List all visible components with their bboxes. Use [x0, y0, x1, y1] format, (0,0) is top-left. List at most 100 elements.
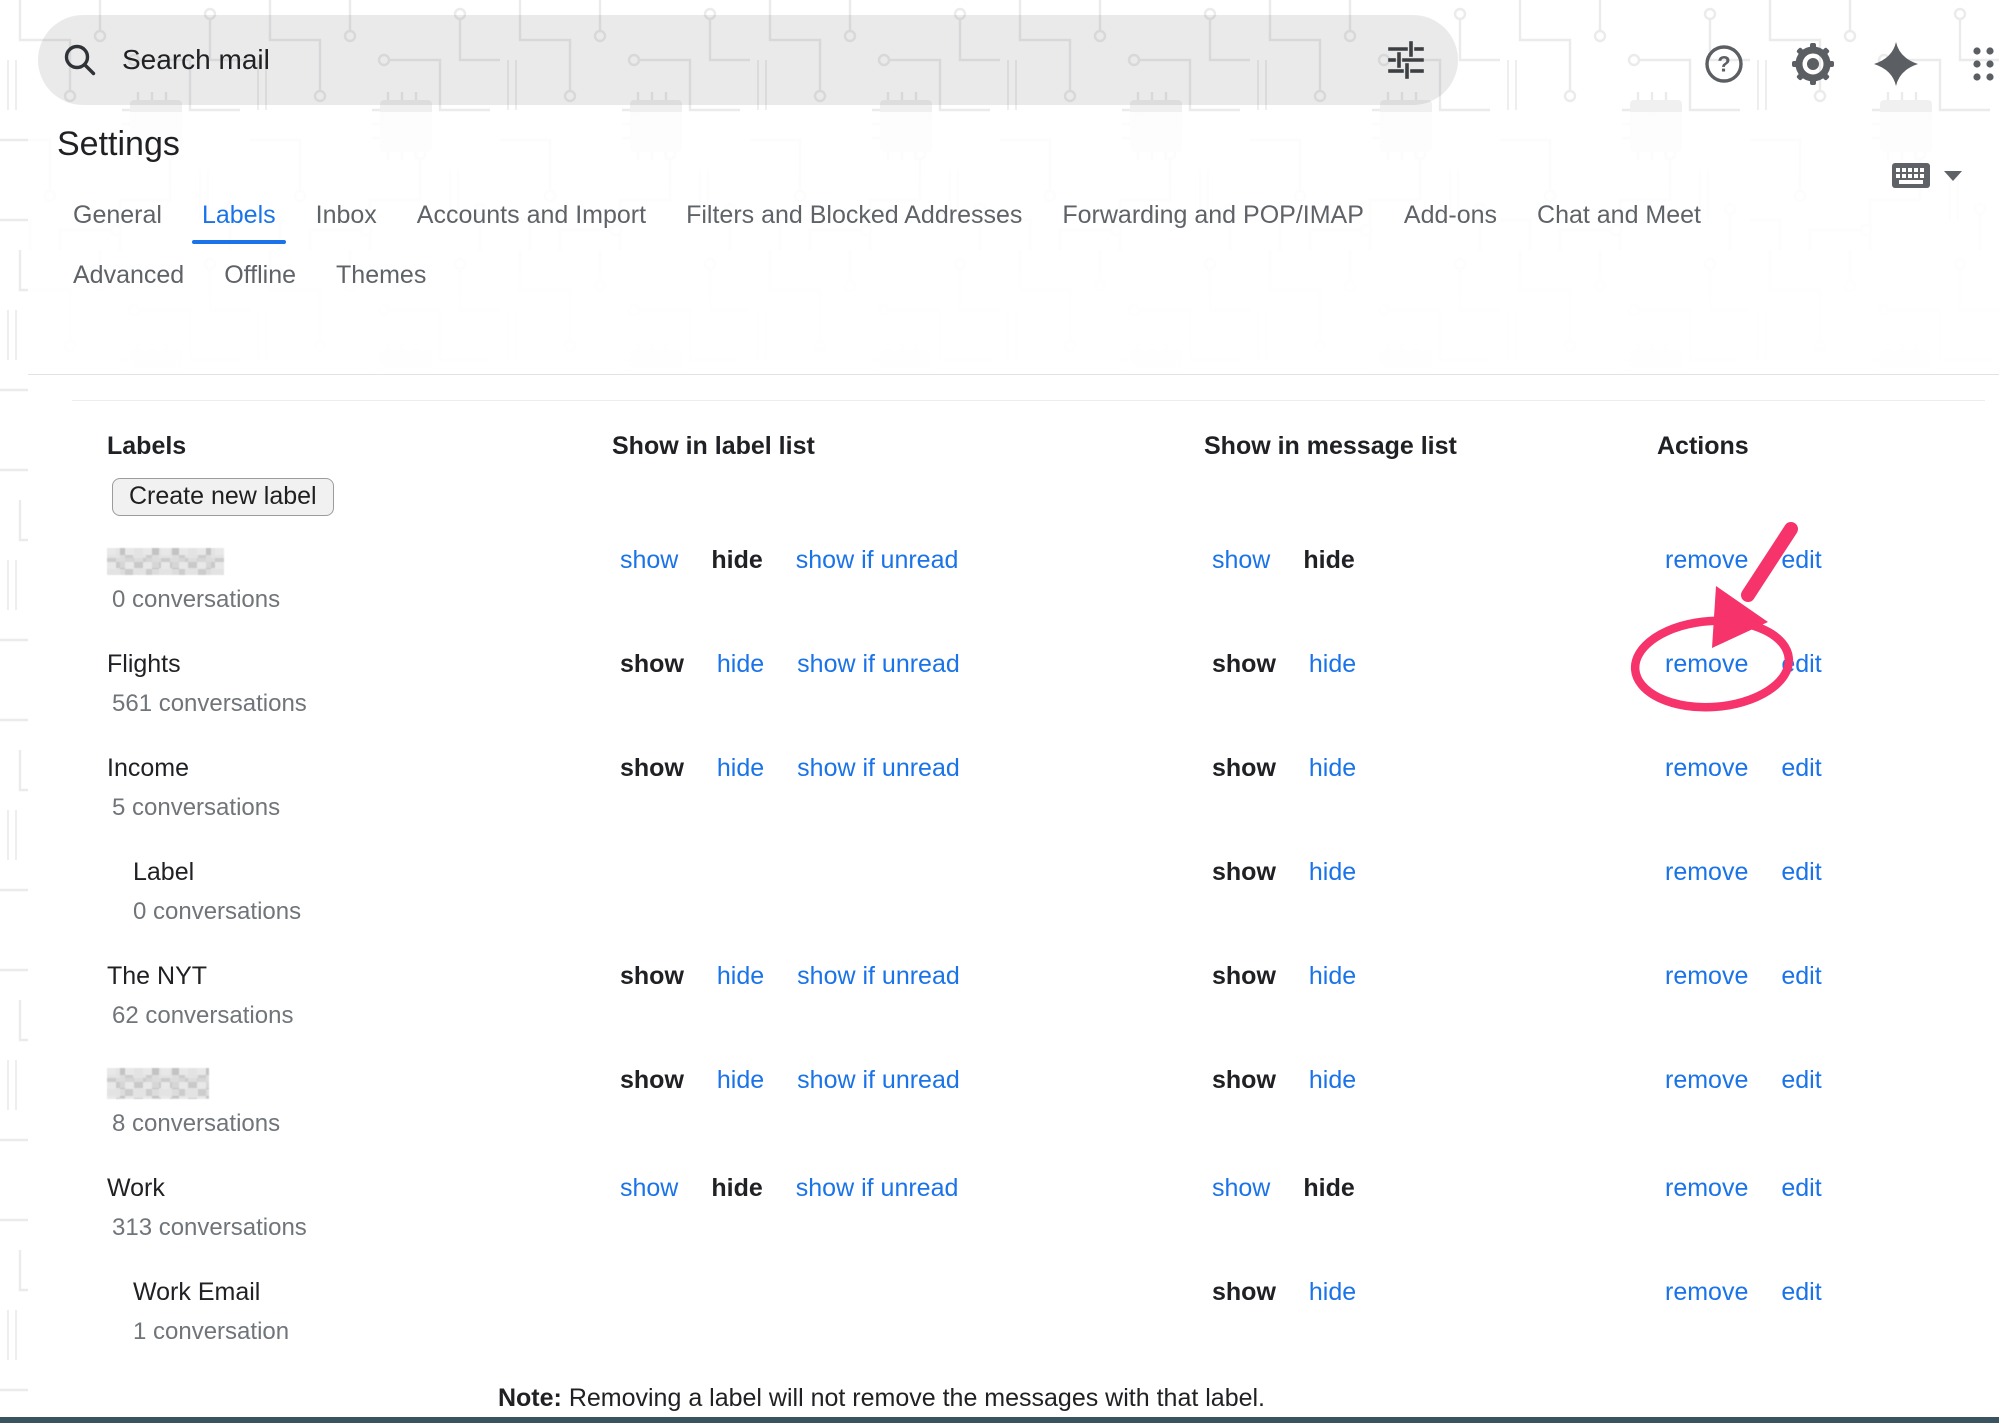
- message-list-options: showhide: [1204, 1174, 1657, 1203]
- page-title: Settings: [28, 112, 1999, 166]
- label-row: Work 313 conversations showhideshow if u…: [107, 1174, 1999, 1241]
- apps-grid-icon[interactable]: [1967, 41, 1999, 87]
- keyboard-icon: [1891, 162, 1931, 190]
- label-list-hide-option[interactable]: hide: [717, 1066, 764, 1095]
- top-header: Search mail ?: [0, 0, 1999, 112]
- edit-label-link[interactable]: edit: [1781, 650, 1821, 679]
- row-actions: remove edit: [1657, 1066, 1999, 1095]
- label-list-show-option: show: [620, 962, 684, 991]
- edit-label-link[interactable]: edit: [1781, 754, 1821, 783]
- gemini-sparkle-icon[interactable]: [1873, 41, 1919, 87]
- label-list-hide-option[interactable]: hide: [717, 754, 764, 783]
- message-list-options: showhide: [1204, 1066, 1657, 1095]
- label-list-show-option: show: [620, 650, 684, 679]
- label-name: [107, 1068, 612, 1099]
- remove-label-link[interactable]: remove: [1665, 858, 1748, 887]
- remove-label-link[interactable]: remove: [1665, 1066, 1748, 1095]
- label-conversation-count: 0 conversations: [107, 587, 612, 613]
- label-list-show-if-unread-option[interactable]: show if unread: [797, 1066, 960, 1095]
- label-list-options: show hide show if unread: [612, 962, 1204, 991]
- label-list-show-if-unread-option[interactable]: show if unread: [797, 650, 960, 679]
- tab-add-ons[interactable]: Add-ons: [1404, 200, 1497, 230]
- input-tools-control[interactable]: [1891, 162, 1963, 190]
- message-list-hide-option[interactable]: hide: [1309, 1066, 1356, 1095]
- label-list-show-option: show: [620, 1066, 684, 1095]
- label-conversation-count: 5 conversations: [107, 795, 612, 821]
- bottom-window-edge: [0, 1417, 1999, 1423]
- tab-themes[interactable]: Themes: [336, 260, 426, 290]
- label-list-show-if-unread-option[interactable]: show if unread: [796, 1174, 959, 1203]
- tab-offline[interactable]: Offline: [224, 260, 296, 290]
- row-actions: remove edit: [1657, 858, 1999, 887]
- message-list-hide-option[interactable]: hide: [1309, 962, 1356, 991]
- remove-label-link[interactable]: remove: [1665, 1174, 1748, 1203]
- row-actions: remove edit: [1657, 754, 1999, 783]
- tabs-divider: [28, 374, 1999, 375]
- create-new-label-button[interactable]: Create new label: [112, 478, 334, 516]
- message-list-options: showhide: [1204, 1278, 1657, 1307]
- message-list-hide-option[interactable]: hide: [1309, 650, 1356, 679]
- tab-chat-and-meet[interactable]: Chat and Meet: [1537, 200, 1701, 230]
- remove-label-link[interactable]: remove: [1665, 754, 1748, 783]
- tab-filters-and-blocked-addresses[interactable]: Filters and Blocked Addresses: [686, 200, 1022, 230]
- message-list-show-option[interactable]: show: [1212, 546, 1270, 575]
- column-header-actions: Actions: [1657, 432, 1999, 461]
- help-icon[interactable]: ?: [1701, 41, 1747, 87]
- label-list-show-if-unread-option[interactable]: show if unread: [797, 962, 960, 991]
- tab-advanced[interactable]: Advanced: [73, 260, 184, 290]
- remove-label-link[interactable]: remove: [1665, 1278, 1748, 1307]
- label-name: Work Email: [107, 1278, 612, 1307]
- tab-accounts-and-import[interactable]: Accounts and Import: [417, 200, 646, 230]
- message-list-options: showhide: [1204, 962, 1657, 991]
- labels-table: Labels Show in label list Show in messag…: [28, 432, 1999, 1413]
- message-list-show-option: show: [1212, 754, 1276, 783]
- label-list-options: showhideshow if unread: [612, 754, 1204, 783]
- label-list-hide-option[interactable]: hide: [717, 962, 764, 991]
- tab-labels[interactable]: Labels: [202, 200, 276, 230]
- column-header-labels: Labels: [107, 432, 612, 461]
- message-list-hide-option[interactable]: hide: [1309, 1278, 1356, 1307]
- svg-text:?: ?: [1717, 52, 1730, 77]
- label-name: Flights: [107, 650, 612, 679]
- tab-inbox[interactable]: Inbox: [316, 200, 377, 230]
- search-icon[interactable]: [60, 40, 100, 80]
- labels-table-header: Labels Show in label list Show in messag…: [107, 432, 1999, 461]
- remove-label-link[interactable]: remove: [1665, 546, 1748, 575]
- label-list-show-option[interactable]: show: [620, 1174, 678, 1203]
- label-name: Income: [107, 754, 612, 783]
- label-name: Work: [107, 1174, 612, 1203]
- message-list-hide-option[interactable]: hide: [1309, 858, 1356, 887]
- remove-label-link-annotated[interactable]: remove: [1665, 650, 1748, 679]
- edit-label-link[interactable]: edit: [1781, 1174, 1821, 1203]
- column-header-show-in-message-list: Show in message list: [1204, 432, 1657, 461]
- message-list-options: showhide: [1204, 650, 1657, 679]
- search-input[interactable]: Search mail: [122, 44, 1386, 76]
- edit-label-link[interactable]: edit: [1781, 546, 1821, 575]
- settings-tabs-row-2: Advanced Offline Themes: [73, 260, 1999, 290]
- label-list-hide-option[interactable]: hide: [717, 650, 764, 679]
- label-row: Flights 561 conversations showhideshow i…: [107, 650, 1999, 717]
- label-list-hide-option: hide: [711, 1174, 762, 1203]
- tab-forwarding-and-pop-imap[interactable]: Forwarding and POP/IMAP: [1062, 200, 1364, 230]
- row-actions: remove edit: [1657, 1278, 1999, 1307]
- label-list-show-if-unread-option[interactable]: show if unread: [796, 546, 959, 575]
- edit-label-link[interactable]: edit: [1781, 1278, 1821, 1307]
- row-actions: remove edit: [1657, 1174, 1999, 1203]
- search-options-tune-icon[interactable]: [1386, 40, 1426, 80]
- search-bar[interactable]: Search mail: [38, 15, 1458, 105]
- settings-gear-icon[interactable]: [1790, 41, 1836, 87]
- message-list-hide-option[interactable]: hide: [1309, 754, 1356, 783]
- label-list-show-if-unread-option[interactable]: show if unread: [797, 754, 960, 783]
- label-conversation-count: 313 conversations: [107, 1215, 612, 1241]
- label-list-hide-option: hide: [711, 546, 762, 575]
- message-list-options: showhide: [1204, 858, 1657, 887]
- label-list-show-option[interactable]: show: [620, 546, 678, 575]
- message-list-show-option[interactable]: show: [1212, 1174, 1270, 1203]
- tab-general[interactable]: General: [73, 200, 162, 230]
- remove-label-link[interactable]: remove: [1665, 962, 1748, 991]
- edit-label-link[interactable]: edit: [1781, 858, 1821, 887]
- row-actions: remove edit: [1657, 546, 1999, 575]
- label-row: Label 0 conversations showhide removeedi…: [107, 858, 1999, 925]
- edit-label-link[interactable]: edit: [1781, 1066, 1821, 1095]
- edit-label-link[interactable]: edit: [1781, 962, 1821, 991]
